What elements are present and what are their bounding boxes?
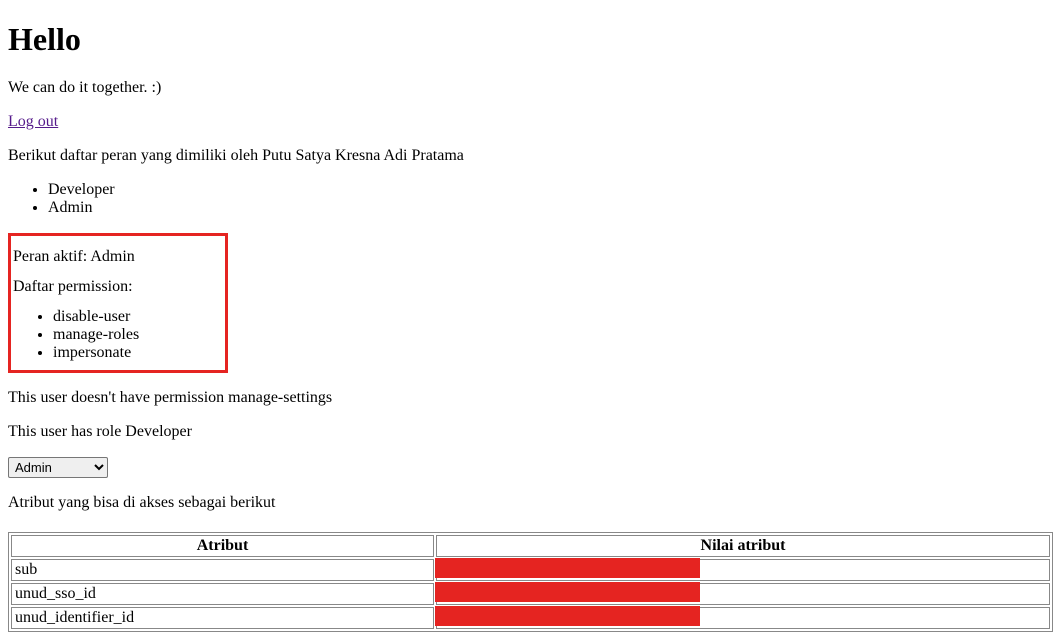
tagline-text: We can do it together. :)	[8, 79, 1053, 97]
table-cell-attribute: sub	[11, 559, 434, 581]
table-header-row: Atribut Nilai atribut	[11, 535, 1050, 557]
list-item: impersonate	[53, 344, 221, 362]
table-cell-attribute: unud_identifier_id	[11, 607, 434, 629]
table-row: unud_sso_id	[11, 583, 1050, 605]
table-header-attribute: Atribut	[11, 535, 434, 557]
table-row: unud_identifier_id	[11, 607, 1050, 629]
list-item: manage-roles	[53, 326, 221, 344]
list-item: Developer	[48, 181, 1053, 199]
permissions-heading: Daftar permission:	[13, 278, 221, 296]
list-item: disable-user	[53, 308, 221, 326]
active-role-text: Peran aktif: Admin	[13, 248, 221, 266]
list-item: Admin	[48, 199, 1053, 217]
permissions-list: disable-user manage-roles impersonate	[13, 308, 221, 362]
table-cell-attribute: unud_sso_id	[11, 583, 434, 605]
attributes-intro-text: Atribut yang bisa di akses sebagai berik…	[8, 494, 1053, 512]
role-select[interactable]: Admin Developer	[8, 457, 108, 478]
active-role-highlight-box: Peran aktif: Admin Daftar permission: di…	[8, 233, 228, 373]
redacted-block	[435, 606, 700, 626]
roles-list: Developer Admin	[8, 181, 1053, 217]
table-cell-value	[436, 559, 1050, 581]
no-permission-text: This user doesn't have permission manage…	[8, 389, 1053, 407]
page-title: Hello	[8, 21, 1053, 58]
has-role-text: This user has role Developer	[8, 423, 1053, 441]
redacted-block	[435, 558, 700, 578]
attributes-table: Atribut Nilai atribut sub unud_sso_id un…	[8, 532, 1053, 632]
redacted-block	[435, 582, 700, 602]
table-cell-value	[436, 607, 1050, 629]
roles-intro-text: Berikut daftar peran yang dimiliki oleh …	[8, 147, 1053, 165]
logout-link[interactable]: Log out	[8, 113, 58, 130]
table-header-value: Nilai atribut	[436, 535, 1050, 557]
table-row: sub	[11, 559, 1050, 581]
table-cell-value	[436, 583, 1050, 605]
